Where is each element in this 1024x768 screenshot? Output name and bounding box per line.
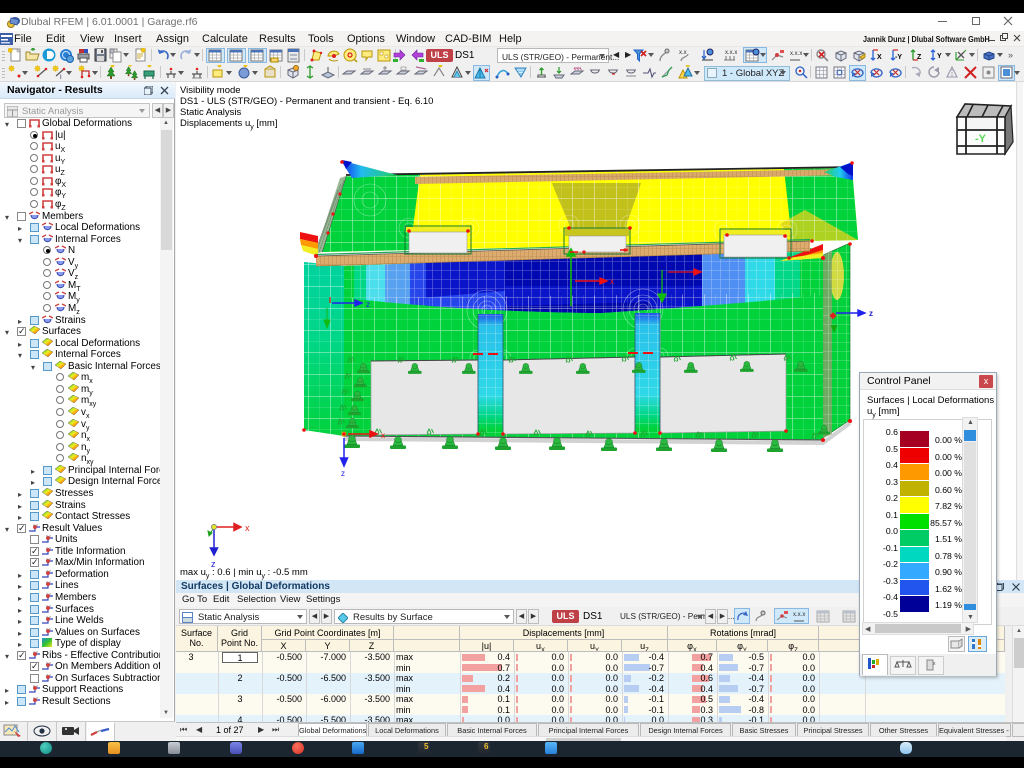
svg-text:z: z [664,255,668,264]
svg-text:x.x: x.x [33,696,38,700]
svg-text:X: X [877,54,882,61]
svg-text:x.x.x: x.x.x [790,51,802,57]
svg-text:x.x: x.x [46,592,51,596]
svg-text:Z: Z [917,54,922,61]
svg-text:x.x.x: x.x.x [725,50,737,56]
svg-text:x: x [245,523,250,533]
svg-text:z: z [366,300,370,309]
svg-text:x.x: x.x [46,627,51,631]
svg-text:x.x: x.x [46,534,51,538]
svg-text:-Y: -Y [895,54,902,61]
svg-text:x: x [381,431,385,440]
svg-text:x.x: x.x [679,50,687,56]
svg-text:I: I [60,75,62,80]
svg-text:x.x: x.x [46,580,51,584]
svg-text:-Y: -Y [975,133,987,145]
svg-text:x.x: x.x [46,546,51,550]
svg-text:x.x: x.x [33,684,38,688]
svg-text:z: z [341,469,345,478]
svg-text:Y: Y [937,53,942,60]
svg-text:x.x: x.x [33,523,38,527]
svg-text:x.x: x.x [46,615,51,619]
svg-text:x: x [610,277,614,286]
svg-text:x.x: x.x [46,569,51,573]
svg-text:z: z [211,559,216,569]
svg-text:z: z [869,309,873,318]
svg-text:x.x: x.x [46,661,51,665]
svg-text:x: x [933,661,936,667]
svg-text:x.x: x.x [46,604,51,608]
svg-text:x.x: x.x [46,557,51,561]
svg-text:x.x.x: x.x.x [793,612,805,618]
svg-text:x.x: x.x [46,673,51,677]
svg-text:x.x: x.x [33,650,38,654]
